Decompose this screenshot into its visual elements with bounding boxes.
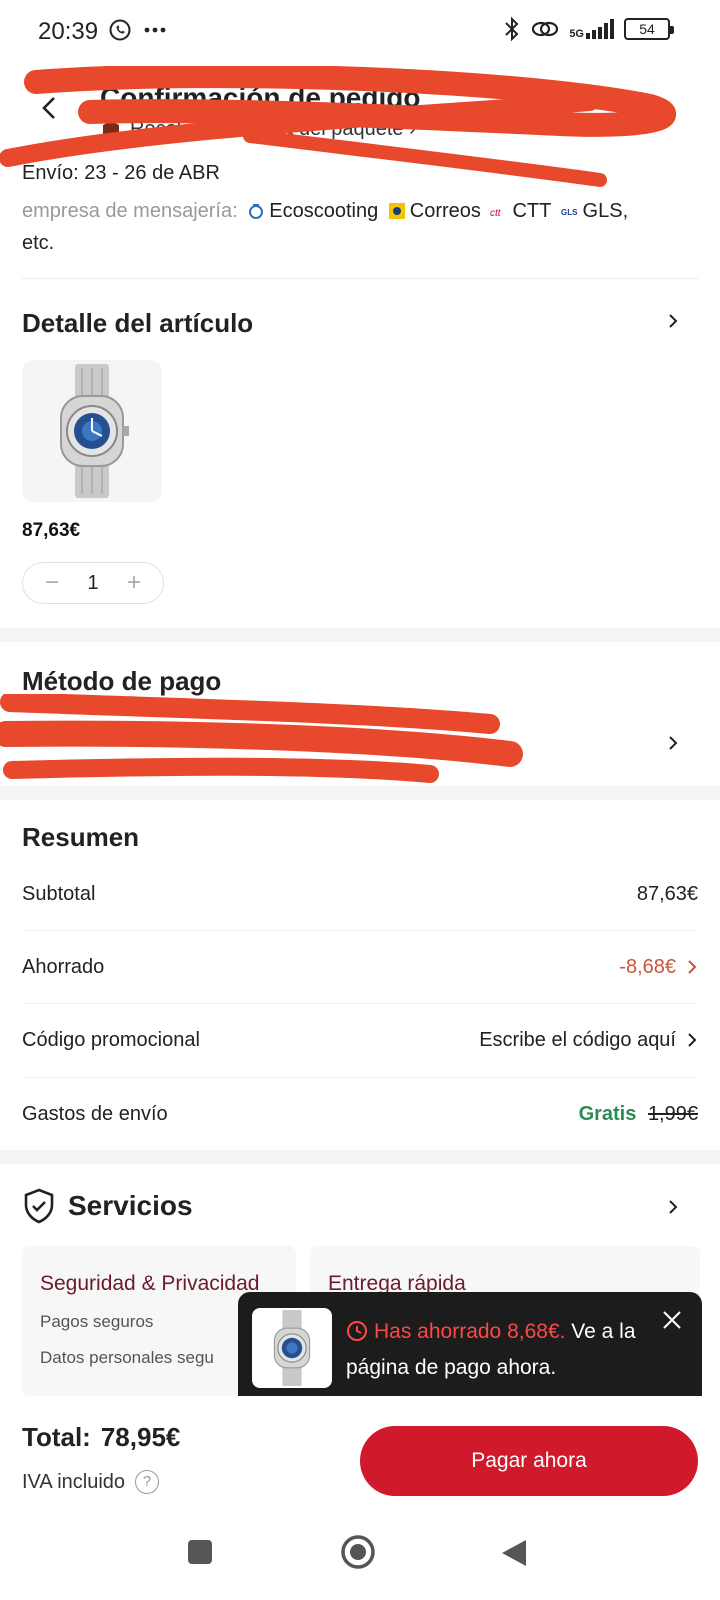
gls-icon: GLS <box>561 208 578 217</box>
item-detail-chevron-right-icon[interactable] <box>666 314 680 328</box>
promo-code-label: Código promocional <box>22 1028 200 1051</box>
saved-chevron-right-icon <box>688 960 697 974</box>
item-detail-title[interactable]: Detalle del artículo <box>22 308 253 339</box>
toast-highlight: Has ahorrado 8,68€. <box>374 1320 566 1343</box>
ecoscooting-icon <box>249 204 264 219</box>
toast-message: Has ahorrado 8,68€. Ve a la página de pa… <box>346 1314 646 1386</box>
bluetooth-icon <box>505 16 519 42</box>
package-link-label: Recolecta... salida del paquete › <box>130 118 416 140</box>
quantity-increase-button[interactable]: + <box>123 569 145 597</box>
page-title: Confirmación de pedido <box>100 82 421 113</box>
subtotal-value: 87,63€ <box>636 882 698 905</box>
back-icon[interactable] <box>500 1538 528 1568</box>
shipping-cost-row: Gastos de envío Gratis 1,99€ <box>22 1078 698 1150</box>
section-separator <box>0 1150 720 1164</box>
section-separator <box>0 628 720 642</box>
quantity-value[interactable]: 1 <box>87 572 98 595</box>
services-title: Servicios <box>68 1190 193 1221</box>
payment-method-row[interactable] <box>0 700 720 780</box>
payment-method-title: Método de pago <box>22 666 222 696</box>
promo-code-placeholder: Escribe el código aquí <box>479 1028 676 1051</box>
link-icon <box>532 21 559 37</box>
package-icon <box>103 120 119 139</box>
carrier-correos: Correos <box>409 200 481 222</box>
subtotal-row: Subtotal 87,63€ <box>22 858 698 930</box>
shipping-cost-label: Gastos de envío <box>22 1102 168 1125</box>
recents-icon[interactable] <box>186 1538 214 1566</box>
total-value: 78,95€ <box>100 1422 181 1452</box>
section-separator <box>0 786 720 800</box>
total: Total: 78,95€ <box>22 1422 180 1453</box>
watch-thumbnail <box>273 1310 311 1386</box>
saved-value-group: -8,68€ <box>619 956 698 979</box>
signal-indicator: 5G <box>569 19 614 40</box>
service-card-title: Seguridad & Privacidad <box>40 1272 260 1295</box>
watch-image <box>60 364 129 498</box>
divider <box>22 278 698 279</box>
correos-icon <box>388 203 405 219</box>
back-arrow-icon[interactable] <box>36 94 64 122</box>
quantity-stepper: − 1 + <box>22 562 164 604</box>
total-label: Total: <box>22 1422 91 1452</box>
shipping-date: Envío: 23 - 26 de ABR <box>22 162 220 184</box>
toast-product-image <box>252 1308 332 1388</box>
saved-row[interactable]: Ahorrado -8,68€ <box>22 931 698 1003</box>
promo-code-value-group: Escribe el código aquí <box>479 1029 698 1052</box>
status-left-icons <box>108 18 166 42</box>
more-icon <box>144 27 166 33</box>
shipping-cost-value-group: Gratis 1,99€ <box>579 1103 698 1126</box>
shield-check-icon <box>24 1188 54 1224</box>
carriers-suffix: etc. <box>22 232 55 254</box>
svg-text:GLS: GLS <box>561 208 578 217</box>
shipping-info: Envío: 23 - 26 de ABR empresa de mensaje… <box>22 162 702 259</box>
carrier-ctt: CTT <box>512 200 551 222</box>
ctt-icon: ctt <box>490 208 502 219</box>
system-nav-bar <box>0 1510 720 1600</box>
carriers-list: empresa de mensajería: Ecoscooting Corre… <box>22 195 702 259</box>
battery-indicator: 54 <box>624 18 674 40</box>
summary-title: Resumen <box>22 822 140 852</box>
status-time: 20:39 <box>38 18 99 45</box>
vat-info: IVA incluido ? <box>22 1470 160 1494</box>
promo-code-row[interactable]: Código promocional Escribe el código aqu… <box>22 1004 698 1076</box>
quantity-decrease-button[interactable]: − <box>41 569 63 597</box>
carrier-gls: GLS, <box>582 200 629 222</box>
network-type: 5G <box>569 28 584 40</box>
help-icon[interactable]: ? <box>135 1470 160 1494</box>
shipping-free-label: Gratis <box>578 1102 637 1125</box>
signal-bars-icon <box>586 19 614 39</box>
close-icon[interactable] <box>660 1308 684 1332</box>
item-price: 87,63€ <box>22 520 81 541</box>
saved-label: Ahorrado <box>22 955 105 978</box>
checkout-bar: Total: 78,95€ IVA incluido ? Pagar ahora <box>0 1396 720 1506</box>
services-header[interactable]: Servicios <box>22 1188 193 1224</box>
carriers-label: empresa de mensajería: <box>22 200 238 222</box>
clock-icon <box>347 1321 367 1341</box>
savings-toast[interactable]: Has ahorrado 8,68€. Ve a la página de pa… <box>238 1292 702 1418</box>
svg-text:ctt: ctt <box>490 208 502 219</box>
page-header: Confirmación de pedido Recolecta... sali… <box>0 70 720 170</box>
carrier-ecoscooting: Ecoscooting <box>269 200 379 222</box>
home-icon[interactable] <box>340 1534 376 1570</box>
vat-label: IVA incluido <box>22 1470 126 1493</box>
status-right-icons: 5G 54 <box>503 16 674 42</box>
services-chevron-right-icon[interactable] <box>666 1200 680 1214</box>
saved-value: -8,68€ <box>619 955 676 978</box>
status-bar: 20:39 5G 54 <box>0 0 720 64</box>
subtotal-label: Subtotal <box>22 882 96 905</box>
product-image[interactable] <box>22 360 162 502</box>
promo-chevron-right-icon <box>688 1033 697 1047</box>
payment-chevron-right-icon[interactable] <box>666 736 680 750</box>
shipping-original-price: 1,99€ <box>647 1102 698 1125</box>
whatsapp-icon <box>109 19 131 41</box>
pay-now-button[interactable]: Pagar ahora <box>360 1426 698 1496</box>
package-link[interactable]: Recolecta... salida del paquete › <box>100 118 416 141</box>
